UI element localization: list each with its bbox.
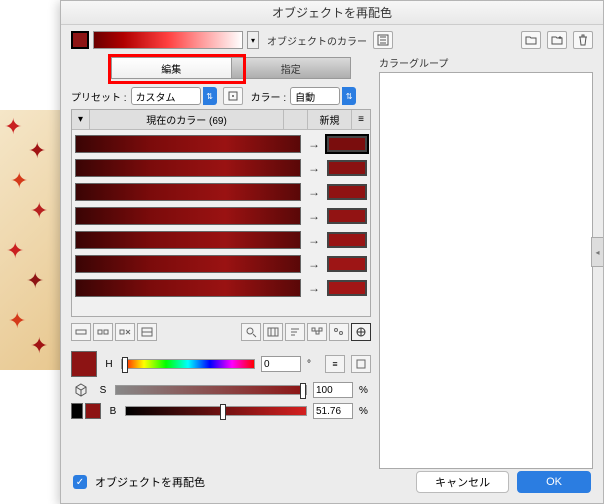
- preset-select-arrow[interactable]: ⇅: [203, 87, 217, 105]
- merge-color-icon[interactable]: [71, 323, 91, 341]
- new-color-swatch[interactable]: [327, 208, 367, 224]
- new-colors-header[interactable]: 新規: [308, 110, 352, 129]
- object-color-label: オブジェクトのカラー: [267, 33, 367, 48]
- cancel-button[interactable]: キャンセル: [416, 471, 509, 493]
- tab-bar: 編集 指定: [111, 57, 351, 79]
- sort-hue-icon[interactable]: [263, 323, 283, 341]
- random-hue-icon[interactable]: [307, 323, 327, 341]
- map-arrow-icon[interactable]: →: [305, 161, 323, 175]
- current-color-bar[interactable]: [75, 183, 301, 201]
- ok-button[interactable]: OK: [517, 471, 591, 493]
- color-row[interactable]: →: [75, 229, 367, 251]
- hue-input[interactable]: [261, 356, 301, 372]
- current-color-bar[interactable]: [75, 159, 301, 177]
- find-colors-icon[interactable]: [241, 323, 261, 341]
- color-group-list[interactable]: [379, 72, 593, 469]
- new-color-swatch[interactable]: [327, 136, 367, 152]
- color-row[interactable]: →: [75, 133, 367, 155]
- map-arrow-icon[interactable]: →: [305, 185, 323, 199]
- color-row[interactable]: →: [75, 181, 367, 203]
- color-row[interactable]: →: [75, 157, 367, 179]
- exclude-color-icon[interactable]: [115, 323, 135, 341]
- hsb-color-preview[interactable]: [71, 351, 97, 377]
- get-color-icon[interactable]: [373, 31, 393, 49]
- current-color-bar[interactable]: [75, 207, 301, 225]
- artwork-preview: [0, 110, 60, 370]
- cube-icon[interactable]: [71, 381, 91, 399]
- color-mode-icon[interactable]: [351, 355, 371, 373]
- tab-assign[interactable]: 指定: [231, 58, 351, 78]
- new-color-swatch[interactable]: [327, 256, 367, 272]
- color-select-arrow[interactable]: ⇅: [342, 87, 356, 105]
- color-label: カラー :: [251, 89, 287, 104]
- folder-new-icon[interactable]: [547, 31, 567, 49]
- color-spectrum-bar[interactable]: [93, 31, 243, 49]
- active-color-swatch[interactable]: [71, 31, 89, 49]
- panel-resize-handle[interactable]: ◂: [591, 237, 603, 267]
- new-color-swatch[interactable]: [327, 232, 367, 248]
- new-color-swatch[interactable]: [327, 280, 367, 296]
- folder-save-icon[interactable]: [521, 31, 541, 49]
- spectrum-dropdown[interactable]: ▾: [247, 31, 259, 49]
- map-arrow-icon[interactable]: →: [305, 209, 323, 223]
- colorize-icon[interactable]: [351, 323, 371, 341]
- trash-icon[interactable]: [573, 31, 593, 49]
- sort-bright-icon[interactable]: [285, 323, 305, 341]
- map-arrow-icon[interactable]: →: [305, 137, 323, 151]
- color-list: ▾ 現在のカラー (69) 新規 ≡ → → → → → → →: [71, 109, 371, 317]
- slider-mode-icon[interactable]: ≡: [325, 355, 345, 373]
- bright-slider[interactable]: [125, 406, 307, 416]
- current-color-bar[interactable]: [75, 231, 301, 249]
- split-color-icon[interactable]: [93, 323, 113, 341]
- sat-unit: %: [359, 385, 371, 396]
- tab-edit[interactable]: 編集: [112, 58, 231, 78]
- color-row[interactable]: →: [75, 205, 367, 227]
- bright-input[interactable]: [313, 403, 353, 419]
- random-sat-icon[interactable]: [329, 323, 349, 341]
- fill-swatch[interactable]: [85, 403, 101, 419]
- color-reduction-select[interactable]: 自動: [290, 87, 340, 105]
- color-group-label: カラーグループ: [379, 55, 593, 70]
- new-color-swatch[interactable]: [327, 160, 367, 176]
- none-swatch[interactable]: [71, 403, 83, 419]
- preset-label: プリセット :: [71, 89, 127, 104]
- preset-select[interactable]: カスタム: [131, 87, 201, 105]
- color-row[interactable]: →: [75, 253, 367, 275]
- current-color-bar[interactable]: [75, 135, 301, 153]
- list-options-icon[interactable]: ≡: [352, 110, 370, 129]
- hue-unit: °: [307, 359, 319, 370]
- sat-slider[interactable]: [115, 385, 307, 395]
- bright-unit: %: [359, 406, 371, 417]
- new-row-icon[interactable]: [137, 323, 157, 341]
- recolor-checkbox[interactable]: ✓: [73, 475, 87, 489]
- sat-input[interactable]: [313, 382, 353, 398]
- preset-options-icon[interactable]: [223, 87, 243, 105]
- hue-slider[interactable]: [121, 359, 255, 369]
- map-arrow-icon[interactable]: →: [305, 257, 323, 271]
- h-label: H: [103, 359, 115, 370]
- color-row[interactable]: →: [75, 277, 367, 299]
- current-color-bar[interactable]: [75, 255, 301, 273]
- recolor-checkbox-label: オブジェクトを再配色: [95, 474, 205, 490]
- dialog-title: オブジェクトを再配色: [61, 1, 603, 25]
- sort-column-icon[interactable]: ▾: [72, 110, 90, 129]
- current-color-bar[interactable]: [75, 279, 301, 297]
- b-label: B: [107, 406, 119, 417]
- current-colors-header[interactable]: 現在のカラー (69): [90, 110, 284, 129]
- arrow-column-header: [284, 110, 308, 129]
- recolor-dialog: オブジェクトを再配色 ▾ オブジェクトのカラー 編集 指定: [60, 0, 604, 504]
- new-color-swatch[interactable]: [327, 184, 367, 200]
- map-arrow-icon[interactable]: →: [305, 233, 323, 247]
- map-arrow-icon[interactable]: →: [305, 281, 323, 295]
- s-label: S: [97, 385, 109, 396]
